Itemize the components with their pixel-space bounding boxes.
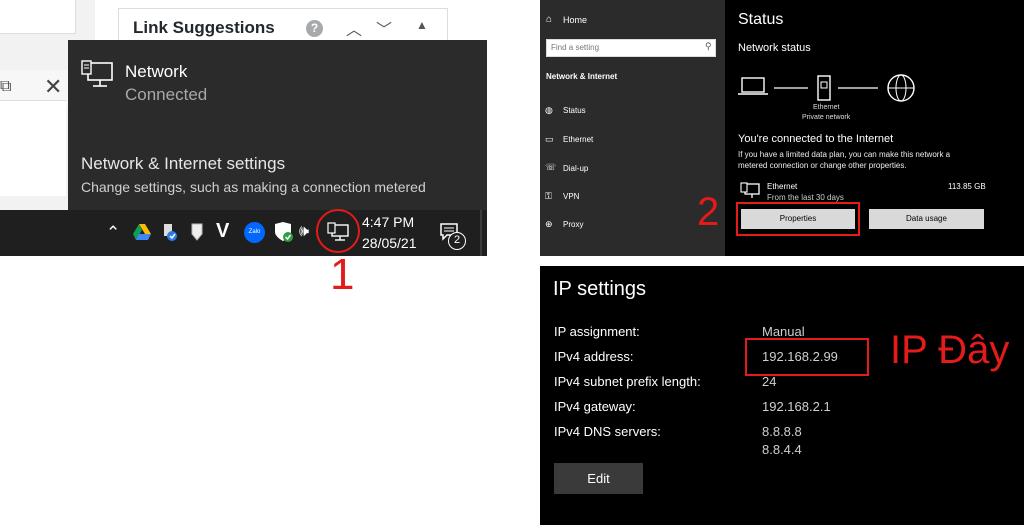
shield-app-icon[interactable] bbox=[190, 222, 204, 242]
network-monitor-icon bbox=[81, 60, 113, 87]
adapter-name: Ethernet bbox=[767, 182, 798, 191]
network-diagram bbox=[738, 74, 915, 102]
vpn-icon: ⚿ bbox=[545, 191, 552, 201]
usb-device-icon[interactable] bbox=[160, 222, 178, 242]
connected-description: If you have a limited data plan, you can… bbox=[738, 150, 951, 170]
home-icon: ⌂ bbox=[546, 14, 553, 25]
taskbar-clock-date[interactable]: 28/05/21 bbox=[362, 235, 417, 251]
ipv4-dns-primary-value: 8.8.8.8 bbox=[762, 424, 802, 439]
help-icon[interactable]: ? bbox=[306, 20, 323, 37]
sidebar-item-vpn[interactable]: VPN bbox=[563, 192, 579, 201]
annotation-ip-label: IP Đây bbox=[890, 328, 1010, 372]
data-usage-button[interactable]: Data usage bbox=[869, 209, 984, 229]
volume-icon[interactable]: 🕪 bbox=[299, 223, 309, 241]
annotation-step-1: 1 bbox=[330, 250, 355, 299]
sidebar-item-home[interactable]: Home bbox=[563, 15, 587, 25]
network-status: Connected bbox=[125, 85, 208, 104]
ipv4-dns-label: IPv4 DNS servers: bbox=[554, 424, 661, 439]
chevron-down-icon[interactable]: ﹀ bbox=[376, 16, 392, 40]
ethernet-icon: ▭ bbox=[545, 134, 554, 144]
background-card bbox=[0, 0, 76, 34]
ip-settings-title: IP settings bbox=[553, 278, 647, 300]
status-icon: ◍ bbox=[545, 105, 553, 115]
restore-window-icon[interactable]: ⧉ bbox=[0, 78, 11, 96]
adapter-period: From the last 30 days bbox=[767, 193, 844, 202]
zalo-icon[interactable]: Zalo bbox=[244, 222, 265, 243]
annotation-step-2: 2 bbox=[697, 190, 720, 234]
network-status-heading: Network status bbox=[738, 42, 811, 54]
ipv4-address-label: IPv4 address: bbox=[554, 349, 634, 364]
v-app-icon[interactable]: V bbox=[216, 220, 229, 243]
annotation-box-properties bbox=[736, 202, 860, 236]
chevron-up-icon[interactable]: ︿ bbox=[346, 16, 362, 40]
collapse-triangle-icon[interactable]: ▲ bbox=[416, 18, 428, 32]
network-settings-link[interactable]: Network & Internet settings bbox=[81, 154, 285, 174]
adapter-data-usage: 113.85 GB bbox=[948, 182, 986, 191]
dialup-icon: ☏ bbox=[545, 162, 557, 172]
ipv4-gateway-value: 192.168.2.1 bbox=[762, 399, 831, 414]
network-settings-description: Change settings, such as making a connec… bbox=[81, 179, 426, 195]
connected-heading: You're connected to the Internet bbox=[738, 133, 894, 145]
edit-button[interactable]: Edit bbox=[554, 463, 643, 494]
close-window-icon[interactable]: ✕ bbox=[44, 74, 62, 100]
annotation-box-ip bbox=[745, 338, 869, 376]
adapter-monitor-icon bbox=[740, 182, 760, 198]
laptop-icon bbox=[741, 77, 765, 93]
notification-count-badge: 2 bbox=[448, 232, 466, 250]
sidebar-item-status[interactable]: Status bbox=[563, 106, 586, 115]
sidebar-item-proxy[interactable]: Proxy bbox=[563, 220, 583, 229]
network-name[interactable]: Network bbox=[125, 62, 187, 82]
google-drive-icon[interactable] bbox=[133, 224, 151, 240]
search-placeholder: Find a setting bbox=[551, 43, 600, 52]
show-desktop-divider[interactable] bbox=[480, 210, 482, 256]
proxy-icon: ⊕ bbox=[545, 219, 553, 229]
sidebar-item-dialup[interactable]: Dial-up bbox=[563, 164, 588, 173]
ip-assignment-label: IP assignment: bbox=[554, 324, 640, 339]
taskbar-clock-time[interactable]: 4:47 PM bbox=[362, 214, 414, 230]
ipv4-gateway-label: IPv4 gateway: bbox=[554, 399, 636, 414]
annotation-circle bbox=[316, 209, 360, 253]
ethernet-caption: Ethernet bbox=[813, 104, 840, 111]
ipv4-prefix-value: 24 bbox=[762, 374, 777, 389]
taskbar-screenshot-panel: ⧉ ✕ Link Suggestions ? ︿ ﹀ ▲ Network Con… bbox=[0, 0, 487, 256]
page-title: Status bbox=[738, 11, 784, 28]
link-suggestions-title: Link Suggestions bbox=[133, 18, 275, 37]
search-icon[interactable]: ⚲ bbox=[705, 41, 712, 52]
sidebar-item-ethernet[interactable]: Ethernet bbox=[563, 135, 593, 144]
ipv4-dns-secondary-value: 8.8.4.4 bbox=[762, 442, 802, 457]
sidebar-section-title: Network & Internet bbox=[546, 72, 618, 81]
ip-assignment-value: Manual bbox=[762, 324, 805, 339]
show-hidden-icons-chevron-icon[interactable]: ⌃ bbox=[106, 223, 120, 243]
windows-security-icon[interactable] bbox=[273, 221, 293, 243]
ipv4-prefix-label: IPv4 subnet prefix length: bbox=[554, 374, 701, 389]
network-type-caption: Private network bbox=[802, 114, 851, 121]
background-card bbox=[0, 100, 66, 196]
